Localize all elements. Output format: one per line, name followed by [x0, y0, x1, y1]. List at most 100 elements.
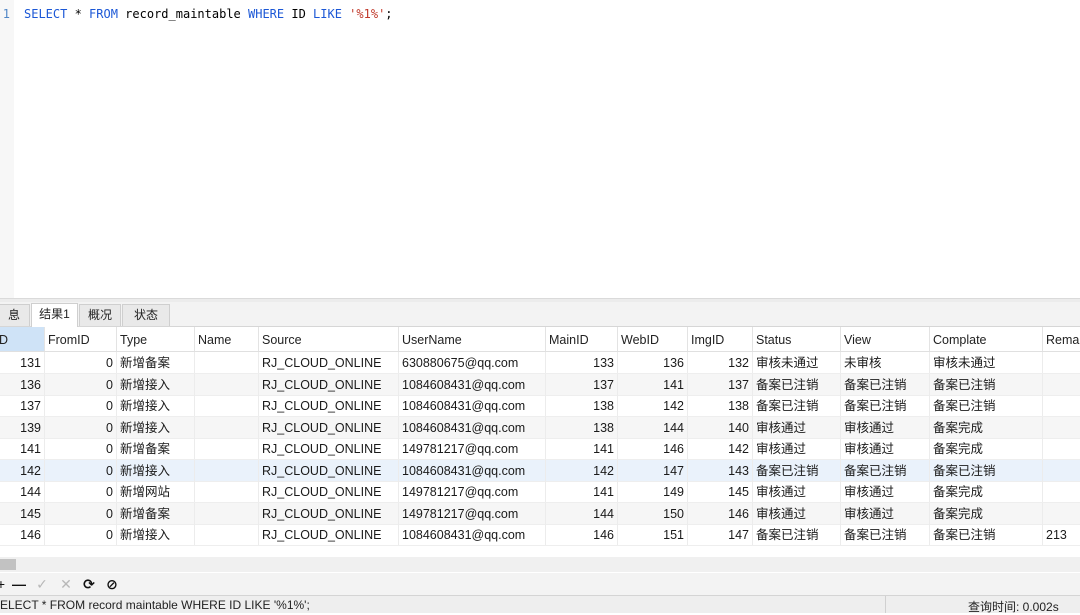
tab-info[interactable]: 息	[0, 304, 30, 326]
table-cell-name[interactable]	[195, 502, 259, 524]
table-cell-id[interactable]: 145	[0, 502, 45, 524]
table-cell-username[interactable]: 1084608431@qq.com	[399, 416, 546, 438]
table-cell-remark[interactable]	[1043, 417, 1080, 438]
table-cell-remark[interactable]	[1043, 481, 1080, 502]
table-cell-webid[interactable]: 141	[618, 373, 688, 395]
table-cell-username[interactable]: 630880675@qq.com	[399, 352, 546, 373]
table-cell-source[interactable]: RJ_CLOUD_ONLINE	[259, 481, 399, 502]
table-cell-remark[interactable]	[1043, 503, 1080, 524]
table-cell-status[interactable]: 备案已注销	[753, 373, 841, 395]
header-col-status[interactable]: Status	[753, 327, 841, 351]
scrollbar-thumb[interactable]	[0, 559, 16, 570]
tab-status[interactable]: 状态	[122, 304, 170, 326]
table-cell-source[interactable]: RJ_CLOUD_ONLINE	[259, 416, 399, 438]
table-cell-complate[interactable]: 审核未通过	[930, 352, 1043, 373]
table-cell-name[interactable]	[195, 373, 259, 395]
table-cell-webid[interactable]: 146	[618, 438, 688, 459]
header-col-complate[interactable]: Complate	[930, 327, 1043, 351]
table-row[interactable]: 139 0 新增接入 RJ_CLOUD_ONLINE 1084608431@qq.com…	[0, 416, 1080, 439]
table-cell-source[interactable]: RJ_CLOUD_ONLINE	[259, 352, 399, 373]
table-cell-remark[interactable]	[1043, 352, 1080, 373]
table-cell-view[interactable]: 备案已注销	[841, 459, 930, 481]
table-cell-webid[interactable]: 144	[618, 416, 688, 438]
table-cell-mainid[interactable]: 141	[546, 481, 618, 502]
table-cell-fromid[interactable]: 0	[45, 524, 117, 545]
table-cell-webid[interactable]: 150	[618, 502, 688, 524]
table-cell-type[interactable]: 新增备案	[117, 438, 195, 459]
table-cell-view[interactable]: 审核通过	[841, 502, 930, 524]
table-cell-type[interactable]: 新增接入	[117, 524, 195, 545]
table-cell-remark[interactable]	[1043, 438, 1080, 459]
table-cell-id[interactable]: 139	[0, 416, 45, 438]
stop-icon[interactable]: ⊘	[103, 575, 121, 593]
table-cell-type[interactable]: 新增备案	[117, 502, 195, 524]
table-row[interactable]: 144 0 新增网站 RJ_CLOUD_ONLINE 149781217@qq.com 1…	[0, 481, 1080, 503]
table-cell-status[interactable]: 审核通过	[753, 416, 841, 438]
table-cell-remark[interactable]	[1043, 460, 1080, 481]
check-icon[interactable]: ✓	[33, 575, 51, 593]
header-col-type[interactable]: Type	[117, 327, 195, 351]
header-col-fromid[interactable]: FromID	[45, 327, 117, 351]
table-cell-source[interactable]: RJ_CLOUD_ONLINE	[259, 524, 399, 545]
table-cell-complate[interactable]: 备案已注销	[930, 395, 1043, 416]
table-cell-webid[interactable]: 149	[618, 481, 688, 502]
table-cell-webid[interactable]: 142	[618, 395, 688, 416]
table-cell-imgid[interactable]: 137	[688, 373, 753, 395]
table-cell-id[interactable]: 131	[0, 352, 45, 373]
table-cell-view[interactable]: 备案已注销	[841, 373, 930, 395]
table-row[interactable]: 137 0 新增接入 RJ_CLOUD_ONLINE 1084608431@qq.com…	[0, 395, 1080, 417]
table-cell-status[interactable]: 备案已注销	[753, 524, 841, 545]
table-cell-imgid[interactable]: 140	[688, 416, 753, 438]
table-cell-complate[interactable]: 备案已注销	[930, 373, 1043, 395]
table-cell-webid[interactable]: 136	[618, 352, 688, 373]
table-cell-username[interactable]: 1084608431@qq.com	[399, 524, 546, 545]
table-cell-username[interactable]: 1084608431@qq.com	[399, 459, 546, 481]
header-col-id[interactable]: D	[0, 327, 45, 351]
table-cell-id[interactable]: 144	[0, 481, 45, 502]
table-cell-fromid[interactable]: 0	[45, 438, 117, 459]
table-cell-status[interactable]: 备案已注销	[753, 395, 841, 416]
table-cell-source[interactable]: RJ_CLOUD_ONLINE	[259, 373, 399, 395]
table-row[interactable]: 141 0 新增备案 RJ_CLOUD_ONLINE 149781217@qq.com 1…	[0, 438, 1080, 460]
header-col-webid[interactable]: WebID	[618, 327, 688, 351]
header-col-view[interactable]: View	[841, 327, 930, 351]
table-cell-source[interactable]: RJ_CLOUD_ONLINE	[259, 395, 399, 416]
table-cell-fromid[interactable]: 0	[45, 395, 117, 416]
x-icon[interactable]: ✕	[57, 575, 75, 593]
table-cell-imgid[interactable]: 145	[688, 481, 753, 502]
table-cell-name[interactable]	[195, 459, 259, 481]
table-row[interactable]: 136 0 新增接入 RJ_CLOUD_ONLINE 1084608431@qq.com…	[0, 373, 1080, 396]
table-cell-mainid[interactable]: 146	[546, 524, 618, 545]
table-cell-status[interactable]: 审核通过	[753, 502, 841, 524]
table-cell-status[interactable]: 审核通过	[753, 438, 841, 459]
table-cell-view[interactable]: 审核通过	[841, 416, 930, 438]
table-cell-fromid[interactable]: 0	[45, 373, 117, 395]
header-col-name[interactable]: Name	[195, 327, 259, 351]
table-cell-view[interactable]: 备案已注销	[841, 524, 930, 545]
table-row[interactable]: 146 0 新增接入 RJ_CLOUD_ONLINE 1084608431@qq.com…	[0, 524, 1080, 546]
table-cell-status[interactable]: 备案已注销	[753, 459, 841, 481]
table-cell-name[interactable]	[195, 524, 259, 545]
table-cell-username[interactable]: 149781217@qq.com	[399, 502, 546, 524]
table-row[interactable]: 145 0 新增备案 RJ_CLOUD_ONLINE 149781217@qq.com 1…	[0, 502, 1080, 525]
table-cell-mainid[interactable]: 138	[546, 416, 618, 438]
header-col-username[interactable]: UserName	[399, 327, 546, 351]
table-cell-view[interactable]: 备案已注销	[841, 395, 930, 416]
table-cell-view[interactable]: 审核通过	[841, 481, 930, 502]
table-cell-type[interactable]: 新增接入	[117, 395, 195, 416]
table-cell-view[interactable]: 未审核	[841, 352, 930, 373]
table-cell-id[interactable]: 142	[0, 459, 45, 481]
table-cell-imgid[interactable]: 143	[688, 459, 753, 481]
table-cell-remark[interactable]	[1043, 395, 1080, 416]
table-cell-mainid[interactable]: 137	[546, 373, 618, 395]
table-cell-status[interactable]: 审核通过	[753, 481, 841, 502]
header-col-imgid[interactable]: ImgID	[688, 327, 753, 351]
table-cell-source[interactable]: RJ_CLOUD_ONLINE	[259, 438, 399, 459]
table-cell-imgid[interactable]: 147	[688, 524, 753, 545]
table-cell-imgid[interactable]: 146	[688, 502, 753, 524]
table-cell-imgid[interactable]: 142	[688, 438, 753, 459]
refresh-icon[interactable]: ⟳	[80, 575, 98, 593]
table-cell-id[interactable]: 141	[0, 438, 45, 459]
table-cell-imgid[interactable]: 132	[688, 352, 753, 373]
table-row[interactable]: 142 0 新增接入 RJ_CLOUD_ONLINE 1084608431@qq.com…	[0, 459, 1080, 482]
